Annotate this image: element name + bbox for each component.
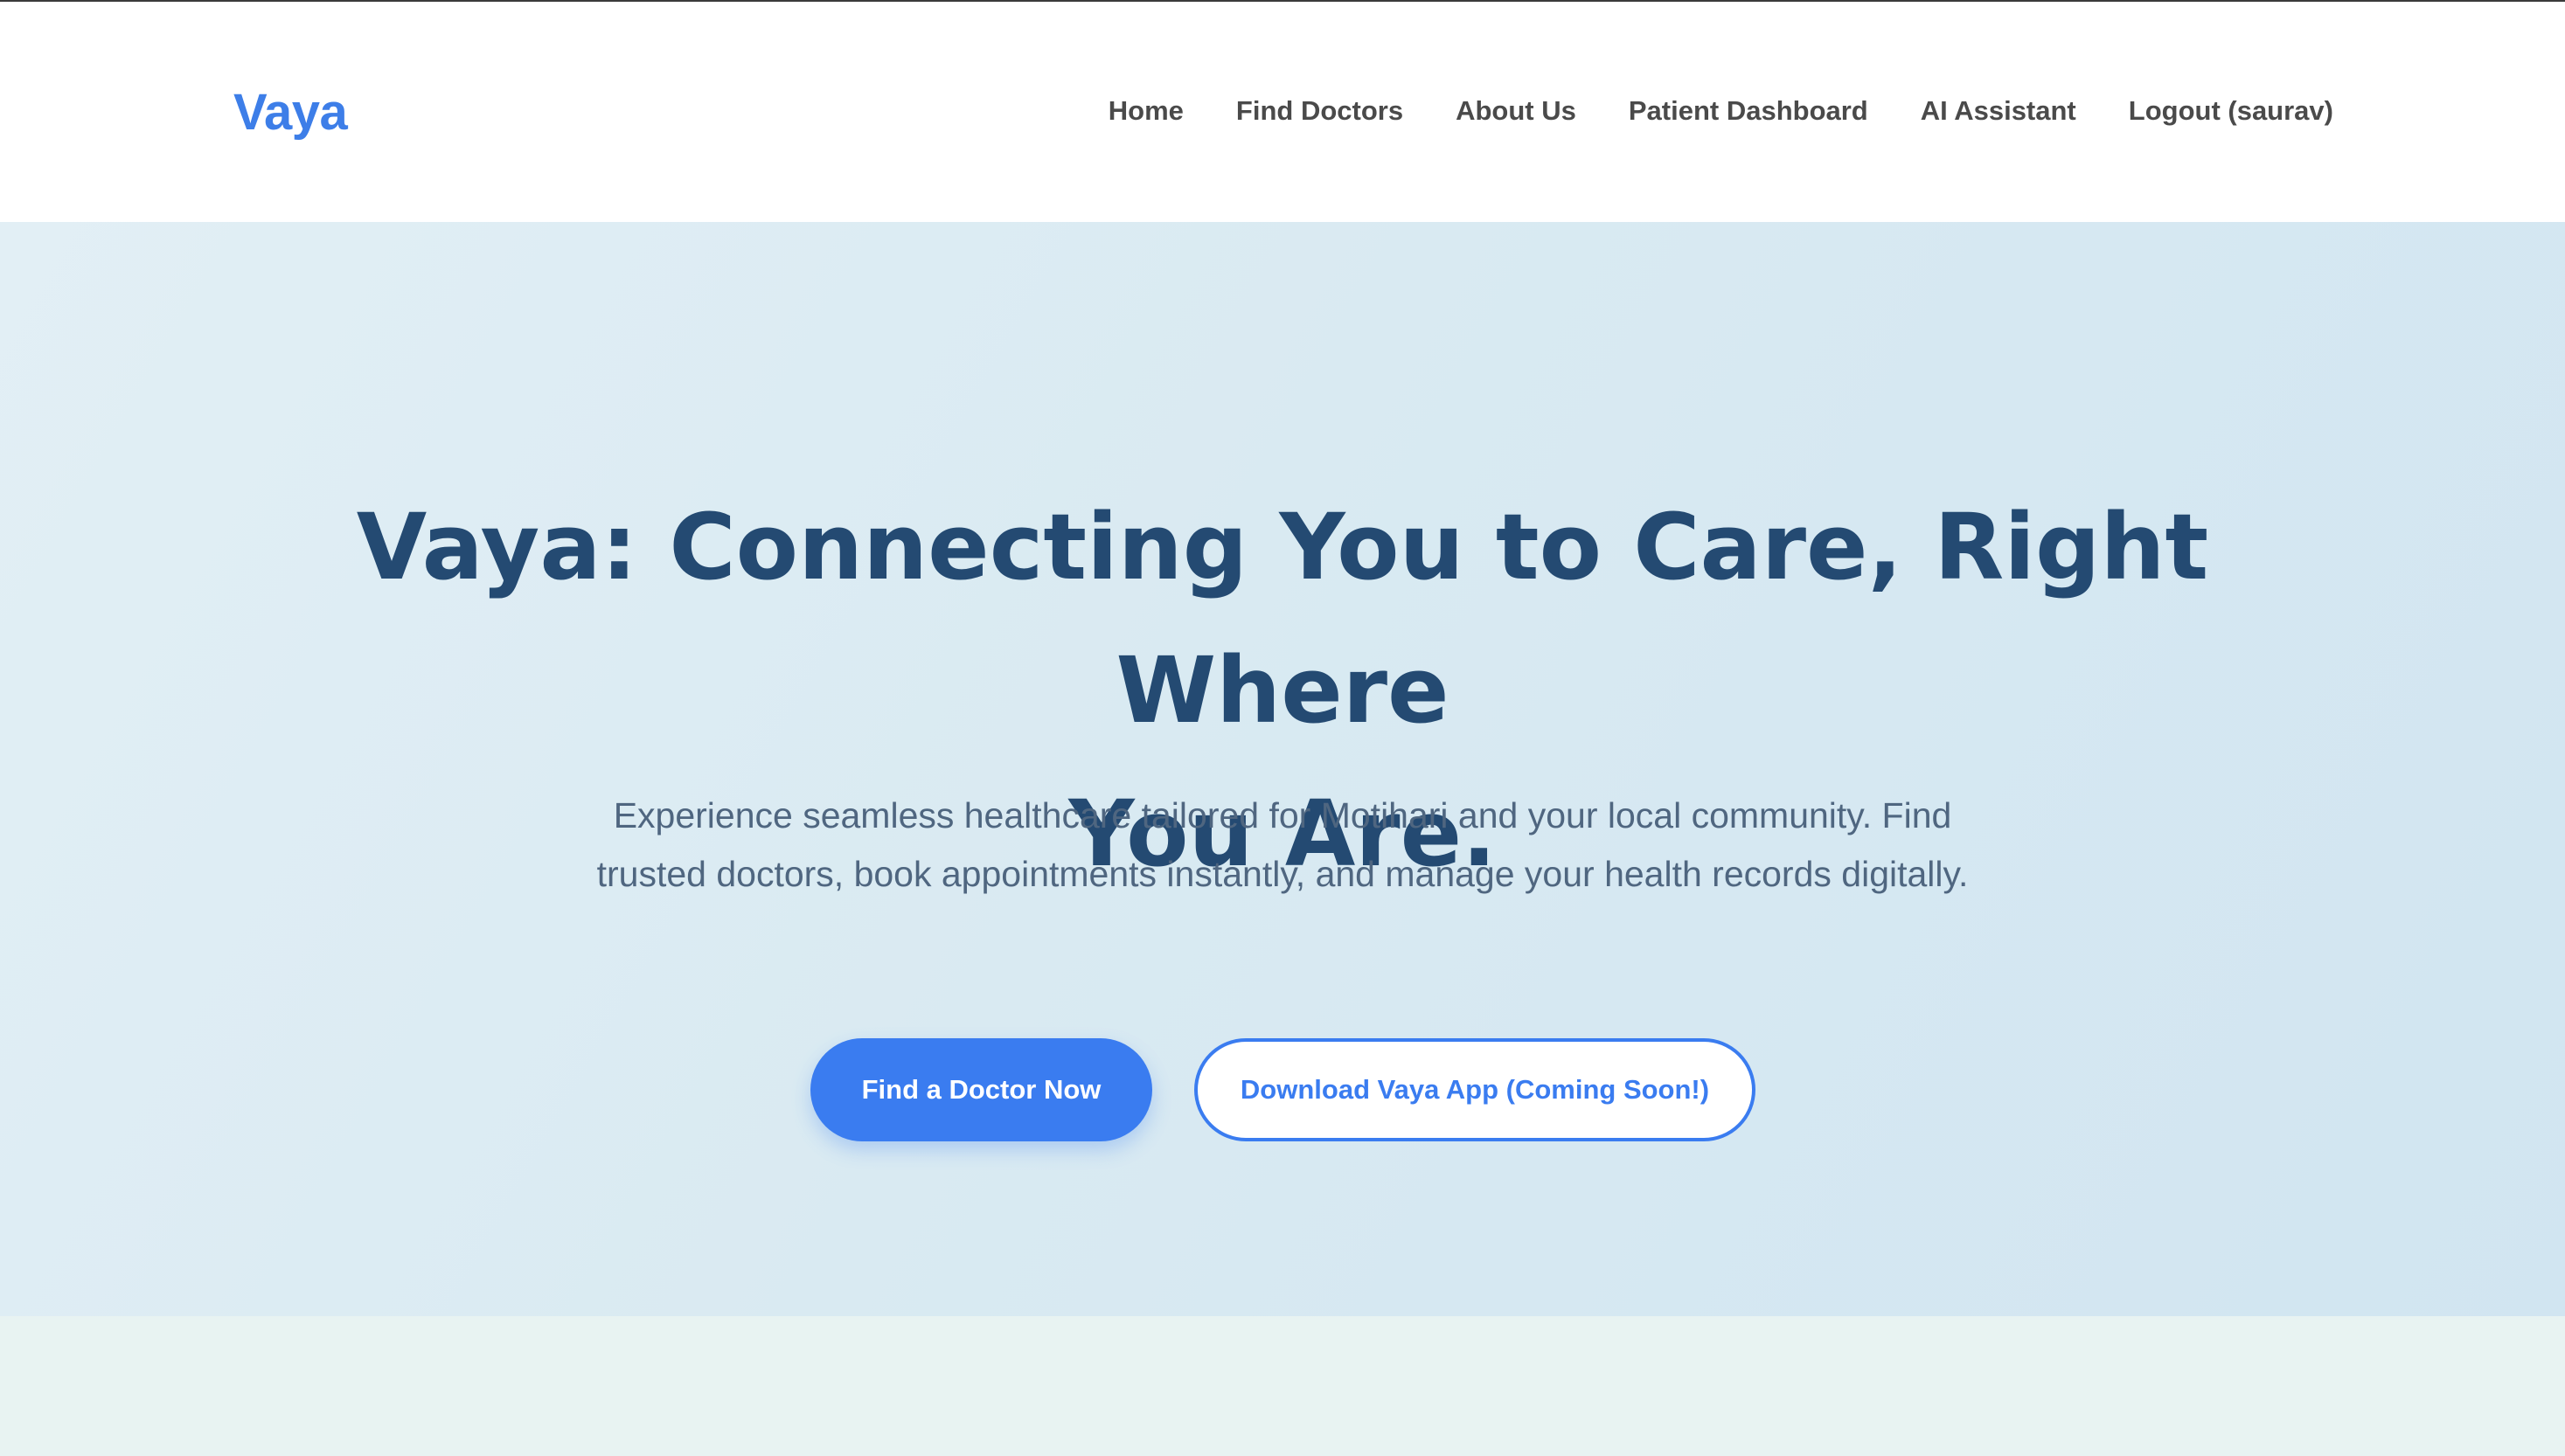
site-header: Vaya Home Find Doctors About Us Patient … (0, 2, 2565, 222)
logo[interactable]: Vaya (233, 80, 348, 146)
next-section (0, 1316, 2565, 1456)
hero-section: Vaya: Connecting You to Care, Right Wher… (0, 222, 2565, 1316)
nav-about-us[interactable]: About Us (1456, 90, 1576, 132)
download-app-button[interactable]: Download Vaya App (Coming Soon!) (1194, 1038, 1755, 1141)
main-nav: Home Find Doctors About Us Patient Dashb… (1109, 90, 2333, 132)
nav-home[interactable]: Home (1109, 90, 1184, 132)
hero-title-line-1: Vaya: Connecting You to Care, Right Wher… (356, 494, 2209, 744)
hero-subtitle: Experience seamless healthcare tailored … (596, 795, 1969, 894)
nav-find-doctors[interactable]: Find Doctors (1236, 90, 1403, 132)
nav-patient-dashboard[interactable]: Patient Dashboard (1629, 90, 1868, 132)
nav-logout[interactable]: Logout (saurav) (2129, 90, 2333, 132)
find-doctor-button[interactable]: Find a Doctor Now (810, 1038, 1152, 1141)
nav-ai-assistant[interactable]: AI Assistant (1921, 90, 2076, 132)
page: Vaya Home Find Doctors About Us Patient … (0, 0, 2565, 1456)
